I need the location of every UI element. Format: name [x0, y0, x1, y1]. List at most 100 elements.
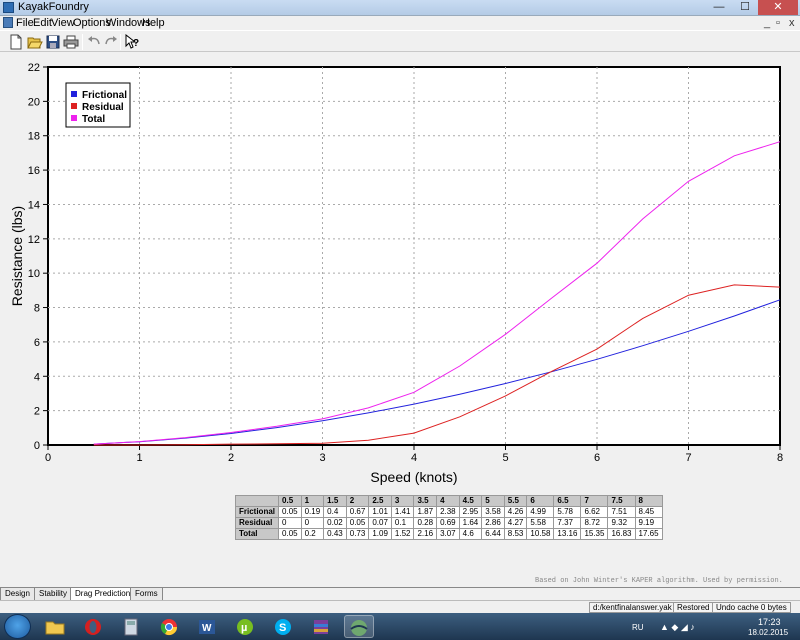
skype-icon: S	[275, 618, 291, 635]
status-undo: Undo cache 0 bytes	[712, 602, 791, 613]
word-icon: W	[199, 619, 215, 634]
table-cell: 1.09	[368, 528, 392, 540]
table-cell: 8.45	[634, 506, 663, 518]
x-tick-label: 0	[45, 452, 51, 464]
folder-icon	[45, 621, 65, 634]
clock-date[interactable]: 18.02.2015	[748, 628, 788, 637]
legend-frictional: Frictional	[82, 90, 127, 101]
taskbar-kayakfoundry[interactable]	[344, 615, 374, 638]
taskbar-opera[interactable]	[78, 615, 108, 638]
taskbar-winrar[interactable]	[306, 615, 336, 638]
y-tick-label: 0	[34, 440, 40, 452]
open-icon	[27, 37, 43, 49]
table-cell: 13.16	[553, 528, 582, 540]
y-tick-label: 12	[28, 234, 40, 246]
redo-button[interactable]	[102, 33, 120, 51]
table-cell: 0.73	[345, 528, 370, 540]
table-cell: 8.72	[580, 517, 609, 529]
start-button[interactable]	[4, 614, 31, 639]
y-axis-label: Resistance (lbs)	[9, 206, 25, 306]
table-cell: 4.99	[526, 506, 555, 518]
taskbar-explorer[interactable]	[40, 615, 70, 638]
table-cell: 9.19	[634, 517, 663, 529]
taskbar-word[interactable]: W	[192, 615, 222, 638]
y-tick-label: 14	[28, 199, 40, 211]
new-button[interactable]	[7, 33, 25, 51]
table-header-cell: 5	[481, 495, 505, 507]
menu-view[interactable]: View	[51, 16, 75, 30]
maximize-button[interactable]: ☐	[732, 0, 758, 15]
kayakfoundry-icon	[350, 619, 368, 636]
menu-bar: File Edit View Options Windows Help _ ▫ …	[0, 16, 800, 30]
table-cell: 2.16	[413, 528, 438, 540]
winrar-icon	[314, 619, 328, 634]
toolbar-separator	[120, 34, 121, 50]
open-button[interactable]	[26, 33, 44, 51]
x-axis-label: Speed (knots)	[370, 469, 457, 485]
table-cell: 0.19	[300, 506, 325, 518]
undo-icon	[88, 36, 100, 45]
save-button[interactable]	[44, 33, 62, 51]
menu-help[interactable]: Help	[142, 16, 165, 30]
table-cell: 17.65	[634, 528, 663, 540]
y-tick-label: 6	[34, 337, 40, 349]
taskbar-skype[interactable]: S	[268, 615, 298, 638]
redo-icon	[105, 36, 117, 45]
table-cell: 0	[300, 517, 325, 529]
table-header-cell: 1	[300, 495, 325, 507]
table-cell: 4.26	[503, 506, 528, 518]
taskbar-chrome[interactable]	[154, 615, 184, 638]
y-tick-label: 22	[28, 62, 40, 74]
table-header-cell: 8	[634, 495, 663, 507]
opera-icon	[85, 618, 101, 635]
toolbar-separator	[82, 34, 83, 50]
table-cell: 2.86	[481, 517, 505, 529]
svg-text:µ: µ	[241, 622, 247, 634]
table-header-cell: 6	[526, 495, 555, 507]
x-tick-label: 6	[594, 452, 600, 464]
table-corner	[234, 495, 280, 507]
mdi-restore-button[interactable]: ▫	[776, 16, 780, 30]
menu-file[interactable]: File	[16, 16, 34, 30]
legend-residual: Residual	[82, 102, 124, 113]
minimize-button[interactable]: —	[706, 0, 732, 15]
table-cell: 0.28	[413, 517, 438, 529]
status-file: d:/kentfinalanswer.yak	[589, 602, 676, 613]
new-icon	[10, 34, 22, 50]
table-cell: 1.64	[458, 517, 483, 529]
table-header-cell: 2.5	[368, 495, 392, 507]
document-icon[interactable]	[3, 17, 13, 28]
mdi-close-button[interactable]: x	[789, 16, 795, 30]
title-bar: KayakFoundry — ☐ ✕	[0, 0, 800, 16]
table-cell: 1.87	[413, 506, 438, 518]
menu-edit[interactable]: Edit	[33, 16, 52, 30]
mdi-minimize-button[interactable]: _	[764, 16, 770, 30]
undo-button[interactable]	[85, 33, 103, 51]
table-cell: 0.05	[345, 517, 370, 529]
chrome-icon	[160, 618, 178, 635]
taskbar-utorrent[interactable]: µ	[230, 615, 260, 638]
print-icon	[63, 35, 79, 49]
svg-text:W: W	[202, 623, 212, 634]
x-tick-label: 3	[319, 452, 325, 464]
taskbar-calculator[interactable]	[116, 615, 146, 638]
table-header-cell: 6.5	[553, 495, 582, 507]
x-tick-label: 8	[777, 452, 783, 464]
toolbar: ?	[0, 30, 800, 52]
context-help-button[interactable]: ?	[123, 33, 141, 51]
table-cell: 0.43	[323, 528, 347, 540]
print-button[interactable]	[62, 33, 80, 51]
y-tick-label: 18	[28, 131, 40, 143]
table-cell: 3.58	[481, 506, 505, 518]
y-tick-label: 10	[28, 268, 40, 280]
table-cell: 0.69	[436, 517, 460, 529]
clock-time[interactable]: 17:23	[758, 617, 781, 627]
table-cell: 2.95	[458, 506, 483, 518]
tray-icons[interactable]: ▲ ◆ ◢ ♪	[660, 622, 695, 633]
table-cell: 0.67	[345, 506, 370, 518]
language-indicator[interactable]: RU	[632, 623, 644, 632]
credit-note: Based on John Winter's KAPER algorithm. …	[535, 577, 783, 585]
drag-chart: 0 1 2 3 4 5 6 7 80246810121416182022 Speed (knot…	[9, 62, 783, 485]
close-button[interactable]: ✕	[758, 0, 798, 15]
table-cell: 15.35	[580, 528, 609, 540]
